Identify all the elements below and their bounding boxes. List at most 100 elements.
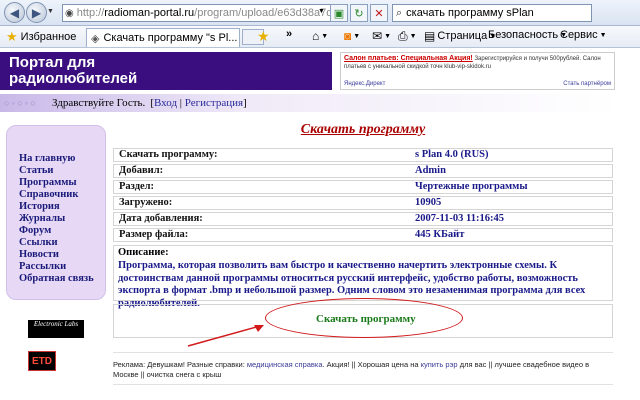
forward-button[interactable]: ▶ xyxy=(26,2,47,23)
sidebar-item-reference[interactable]: Справочник xyxy=(19,189,105,201)
stop-button[interactable]: ✕ xyxy=(370,4,388,22)
ad-direct-link[interactable]: Яндекс.Директ xyxy=(344,80,385,88)
service-menu[interactable]: Сервис ▼ xyxy=(560,29,607,41)
electronic-labs-logo[interactable]: Electronic Labs xyxy=(28,320,84,338)
annotation-arrow-icon xyxy=(187,325,264,347)
browser-navbar: ◀ ▶ ▼ ◉ http://radioman-portal.ru/progra… xyxy=(0,0,640,26)
sidebar-item-news[interactable]: Новости xyxy=(19,249,105,261)
register-link[interactable]: Регистрация xyxy=(185,97,243,109)
address-bar[interactable]: ◉ http://radioman-portal.ru/program/uplo… xyxy=(62,4,332,22)
sidebar-item-forum[interactable]: Форум xyxy=(19,225,105,237)
favorites-label: Избранное xyxy=(20,30,77,43)
info-key: Загружено: xyxy=(119,197,173,208)
annotation-ellipse xyxy=(265,298,463,338)
refresh-icon: ↻ xyxy=(354,7,364,20)
footer-ads: Реклама: Девушкам! Разные справки: медиц… xyxy=(113,360,613,380)
history-dropdown-icon[interactable]: ▼ xyxy=(47,8,54,15)
sidebar-item-mailing[interactable]: Рассылки xyxy=(19,261,105,273)
page-menu-label: Страница xyxy=(437,30,488,42)
program-info-table: Скачать программу: s Plan 4.0 (RUS) Доба… xyxy=(113,148,613,244)
page-icon: ▤ xyxy=(424,29,436,43)
info-value: s Plan 4.0 (RUS) xyxy=(415,149,489,160)
home-button[interactable]: ⌂ ▼ xyxy=(312,29,328,43)
print-button[interactable]: ⎙ ▼ xyxy=(398,29,417,44)
info-value: Admin xyxy=(415,165,446,176)
stop-icon: ✕ xyxy=(374,7,384,20)
page-menu[interactable]: ▤ Страница ▼ xyxy=(424,29,496,43)
service-dropdown-icon: ▼ xyxy=(599,31,607,39)
favorites-star-icon: ★ xyxy=(6,28,18,44)
info-value: 2007-11-03 11:16:45 xyxy=(415,213,504,224)
mail-dropdown-icon: ▼ xyxy=(384,32,391,40)
sidebar-item-links[interactable]: Ссылки xyxy=(19,237,105,249)
print-icon: ⎙ xyxy=(398,29,408,43)
feeds-dropdown-icon: ▼ xyxy=(353,32,361,40)
table-row: Скачать программу: s Plan 4.0 (RUS) xyxy=(113,148,613,162)
table-row: Размер файла: 445 КБайт xyxy=(113,228,613,242)
footer-divider xyxy=(113,352,613,353)
sidebar-item-journals[interactable]: Журналы xyxy=(19,213,105,225)
mail-icon: ✉ xyxy=(372,29,383,43)
footer-prefix: Реклама: Девушкам! Разные справки: xyxy=(113,360,245,369)
search-icon: ⌕ xyxy=(396,6,403,19)
info-key: Дата добавления: xyxy=(119,213,203,224)
info-value: 10905 xyxy=(415,197,442,208)
forward-arrow-icon: ▶ xyxy=(31,5,42,20)
banner-ad[interactable]: Салон платьев: Специальная Акция! Зареги… xyxy=(340,52,615,90)
footer-ad-link-buy[interactable]: купить рэр xyxy=(421,360,458,369)
site-title[interactable]: Портал для радиолюбителей xyxy=(0,52,332,90)
back-arrow-icon: ◀ xyxy=(9,5,20,20)
site-title-line2: радиолюбителей xyxy=(9,70,138,87)
info-key: Раздел: xyxy=(119,181,155,192)
mail-button[interactable]: ✉ ▼ xyxy=(372,29,391,43)
table-row: Добавил: Admin xyxy=(113,164,613,178)
table-row: Раздел: Чертежные программы xyxy=(113,180,613,194)
compatibility-button[interactable]: ▣ xyxy=(330,4,348,22)
ad-title[interactable]: Салон платьев: Специальная Акция! xyxy=(344,55,473,62)
active-tab[interactable]: ◈ Скачать программу "s Pl... xyxy=(86,28,240,47)
sidebar-item-home[interactable]: На главную xyxy=(19,153,105,165)
page-favicon-icon: ◉ xyxy=(65,7,74,19)
footer-ad-link-medical[interactable]: медицинская справка xyxy=(247,360,323,369)
rss-icon: ◙ xyxy=(344,29,352,43)
decorative-bubbles-icon: ○ ◦ ○ ◦ ○ xyxy=(4,98,36,108)
info-key: Размер файла: xyxy=(119,229,189,240)
refresh-button[interactable]: ↻ xyxy=(350,4,368,22)
safety-menu[interactable]: Безопасность ▼ xyxy=(488,29,567,41)
tab-title: Скачать программу "s Pl... xyxy=(103,32,238,44)
site-title-line1: Портал для xyxy=(9,54,96,71)
login-link[interactable]: Вход xyxy=(154,97,177,109)
greeting-text: Здравствуйте Гость. xyxy=(52,97,146,109)
greeting-separator: | xyxy=(177,97,185,109)
back-button[interactable]: ◀ xyxy=(4,2,25,23)
url-path: /program/upload/e63d38a7d82( xyxy=(194,7,331,19)
ad-footer: Яндекс.Директ Стать партнёром xyxy=(344,80,611,88)
description-label: Описание: xyxy=(118,247,169,258)
sidebar-item-feedback[interactable]: Обратная связь xyxy=(19,273,105,285)
url-host: radioman-portal.ru xyxy=(104,7,195,19)
more-chevron-icon[interactable]: » xyxy=(286,28,292,40)
ad-partner-link[interactable]: Стать партнёром xyxy=(563,80,611,88)
url-protocol: http:// xyxy=(76,7,105,19)
favorites-button[interactable]: ★ Избранное xyxy=(0,29,76,45)
search-value: скачать программу sPlan xyxy=(406,7,534,19)
info-key: Добавил: xyxy=(119,165,164,176)
sidebar-nav: На главную Статьи Программы Справочник И… xyxy=(6,125,106,300)
table-row: Дата добавления: 2007-11-03 11:16:45 xyxy=(113,212,613,226)
sidebar-item-history[interactable]: История xyxy=(19,201,105,213)
footer-divider-bottom xyxy=(113,384,613,385)
greeting-bracket-close: ] xyxy=(243,97,247,109)
etd-logo[interactable]: ETD xyxy=(28,351,56,371)
add-favorite-icon[interactable]: ★ xyxy=(257,28,270,45)
footer-mid1: . Акция! || Хорошая цена на xyxy=(322,360,419,369)
search-input[interactable]: ⌕ скачать программу sPlan xyxy=(392,4,592,22)
sidebar-item-articles[interactable]: Статьи xyxy=(19,165,105,177)
address-dropdown-icon[interactable]: ▼ xyxy=(318,8,325,15)
page-title: Скачать программу xyxy=(300,122,426,137)
print-dropdown-icon: ▼ xyxy=(409,33,417,40)
feeds-button[interactable]: ◙ ▼ xyxy=(344,29,360,43)
compatibility-icon: ▣ xyxy=(333,7,345,20)
sidebar-item-programs[interactable]: Программы xyxy=(19,177,105,189)
favorites-bar: ★ Избранное ◈ Скачать программу "s Pl...… xyxy=(0,26,640,48)
home-icon: ⌂ xyxy=(312,29,320,43)
